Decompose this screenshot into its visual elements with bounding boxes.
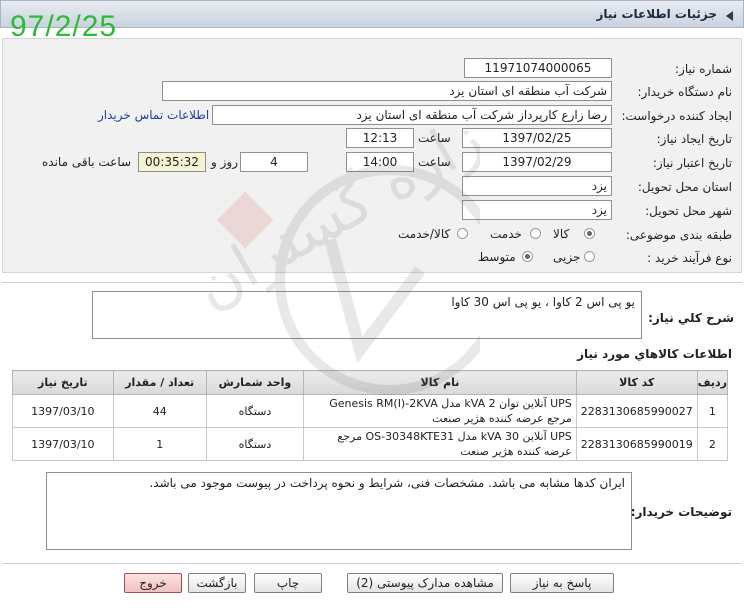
- valid-time-label: ساعت: [418, 155, 451, 169]
- city-label: شهر محل تحویل:: [645, 204, 732, 218]
- collapse-arrow-icon[interactable]: [726, 11, 733, 21]
- reply-button[interactable]: پاسخ به نیاز: [510, 573, 614, 593]
- col-date: تاریخ نیاز: [12, 370, 114, 395]
- table-row: 1 2283130685990027 UPS آنلاین توان 2 kVA…: [12, 394, 729, 428]
- process-minor-label: جزیی: [553, 250, 581, 264]
- cell-code: 2283130685990027: [575, 394, 698, 428]
- days-remaining-field: 4: [240, 152, 308, 172]
- items-table: ردیف کد کالا نام کالا واحد شمارش تعداد /…: [12, 370, 729, 461]
- cell-name: UPS آنلاین 30 kVA مدل OS-30348KTE31 مرجع…: [303, 427, 577, 461]
- divider: [2, 563, 742, 564]
- category-service-radio[interactable]: [530, 228, 541, 239]
- category-goods-radio[interactable]: [584, 228, 595, 239]
- creator-field: رضا زارع کارپرداز شرکت آب منطقه ای استان…: [212, 105, 612, 125]
- col-name: نام کالا: [303, 370, 577, 395]
- table-header-row: ردیف کد کالا نام کالا واحد شمارش تعداد /…: [12, 370, 729, 395]
- cell-date: 1397/03/10: [12, 394, 114, 428]
- province-label: استان محل تحویل:: [637, 180, 732, 194]
- view-attachments-button[interactable]: مشاهده مدارک پیوستی (2): [347, 573, 503, 593]
- valid-time-field: 14:00: [346, 152, 414, 172]
- print-button[interactable]: چاپ: [254, 573, 322, 593]
- cell-date: 1397/03/10: [12, 427, 114, 461]
- need-number-field: 11971074000065: [464, 58, 612, 78]
- category-goods-service-label: کالا/خدمت: [398, 227, 451, 241]
- cell-name: UPS آنلاین توان 2 kVA مدل Genesis RM(I)-…: [303, 394, 577, 428]
- created-date-label: تاریخ ایجاد نیاز:: [656, 132, 732, 146]
- category-goods-label: کالا: [553, 227, 570, 241]
- buyer-field: شرکت آب منطقه ای استان یزد: [162, 81, 612, 101]
- cell-unit: دستگاه: [205, 427, 305, 461]
- col-qty: تعداد / مقدار: [112, 370, 207, 395]
- created-time-label: ساعت: [418, 131, 451, 145]
- cell-row: 2: [696, 427, 729, 461]
- cell-row: 1: [696, 394, 729, 428]
- col-row: ردیف: [696, 370, 729, 395]
- cell-code: 2283130685990019: [575, 427, 698, 461]
- col-unit: واحد شمارش: [205, 370, 305, 395]
- need-number-label: شماره نیاز:: [675, 62, 732, 76]
- valid-date-label: تاریخ اعتبار نیاز:: [652, 156, 732, 170]
- back-button[interactable]: بازگشت: [188, 573, 246, 593]
- cell-qty: 44: [112, 394, 207, 428]
- category-label: طبقه بندی موضوعی:: [625, 228, 732, 242]
- exit-button[interactable]: خروج: [124, 573, 182, 593]
- description-field: یو پی اس 2 کاوا ، یو پی اس 30 کاوا: [92, 291, 642, 339]
- city-field: یزد: [462, 200, 612, 220]
- process-label: نوع فرآیند خرید :: [647, 251, 732, 265]
- time-remaining-label: ساعت باقی مانده: [42, 155, 132, 169]
- process-medium-label: متوسط: [478, 250, 516, 264]
- process-minor-radio[interactable]: [584, 251, 595, 262]
- items-section-title: اطلاعات كالاهاي مورد نياز: [577, 347, 732, 361]
- created-time-field: 12:13: [346, 128, 414, 148]
- valid-date-field: 1397/02/29: [462, 152, 612, 172]
- process-medium-radio[interactable]: [522, 251, 533, 262]
- cell-qty: 1: [112, 427, 207, 461]
- col-code: کد کالا: [575, 370, 698, 395]
- buyer-label: نام دستگاه خریدار:: [637, 85, 733, 99]
- created-date-field: 1397/02/25: [462, 128, 612, 148]
- description-label: شرح كلي نياز:: [648, 311, 734, 325]
- cell-unit: دستگاه: [205, 394, 305, 428]
- days-label: روز و: [211, 155, 238, 169]
- buyer-contact-link[interactable]: اطلاعات تماس خریدار: [98, 108, 209, 122]
- divider: [2, 282, 742, 283]
- table-row: 2 2283130685990019 UPS آنلاین 30 kVA مدل…: [12, 427, 729, 461]
- time-remaining-field: 00:35:32: [138, 152, 206, 172]
- category-goods-service-radio[interactable]: [457, 228, 468, 239]
- buyer-notes-field: ایران کدها مشابه می باشد. مشخصات فنی، شر…: [46, 472, 632, 550]
- province-field: یزد: [462, 176, 612, 196]
- category-service-label: خدمت: [490, 227, 522, 241]
- window-title: جزئیات اطلاعات نیاز: [596, 7, 717, 21]
- creator-label: ایجاد کننده درخواست:: [621, 109, 732, 123]
- buyer-notes-label: توضیحات خریدار:: [630, 505, 732, 519]
